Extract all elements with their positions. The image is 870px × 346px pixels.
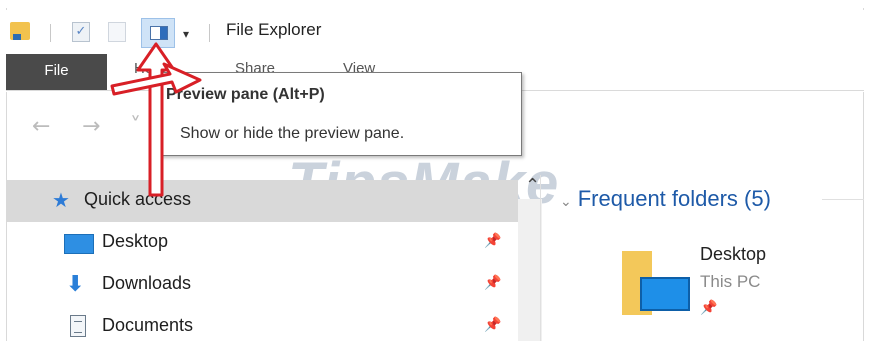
annotation-arrows [110, 42, 202, 197]
